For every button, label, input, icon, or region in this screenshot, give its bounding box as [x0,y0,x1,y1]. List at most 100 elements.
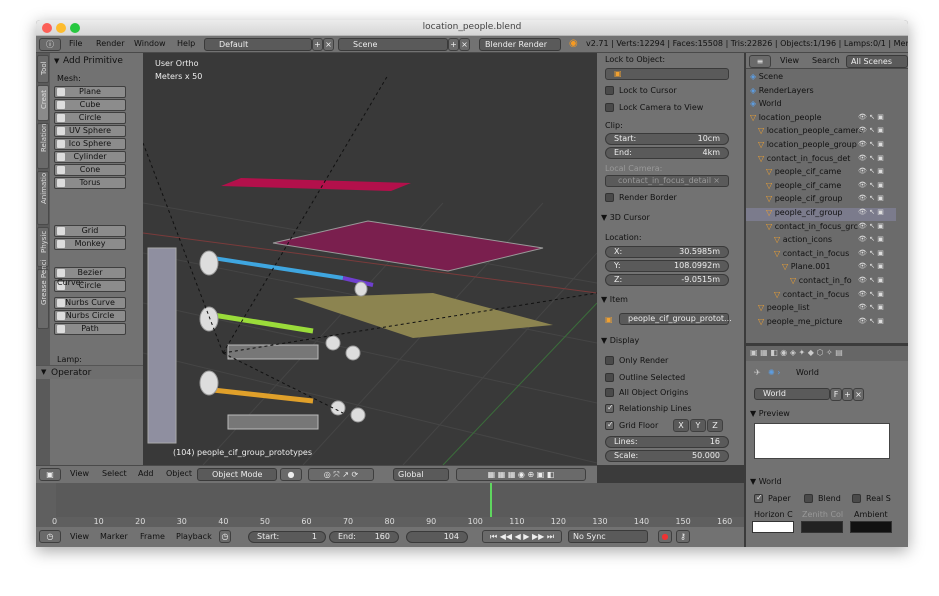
item-name-field[interactable]: people_cif_group_protot... [619,313,732,325]
relationship-lines-checkbox[interactable] [605,403,614,413]
local-camera-field[interactable]: contact_in_focus_detail × [605,175,729,187]
end-frame-field[interactable]: End: 160 [329,531,399,543]
outliner-row[interactable]: ◈ RenderLayers [746,86,896,99]
visibility-toggle-icons[interactable]: 👁 ↖ ▣ [858,154,884,162]
visibility-toggle-icons[interactable]: 👁 ↖ ▣ [858,317,884,325]
add-scene-button[interactable]: + [448,38,459,51]
tab-relation[interactable]: Relation [37,123,49,169]
outliner-row[interactable]: ▽ people_cif_group 👁 ↖ ▣ [746,194,896,207]
operator-panel-header[interactable]: ▼ Operator [36,365,143,379]
outliner-row[interactable]: ▽ location_people_group 👁 ↖ ▣ [746,140,896,153]
ambient-color-swatch[interactable] [850,521,892,533]
3d-object-menu[interactable]: Object [166,469,192,478]
cursor-z-field[interactable]: Z: -9.0515m [605,274,729,286]
scene-dropdown[interactable]: Scene [338,38,448,51]
tab-animation[interactable]: Animatio [37,171,49,225]
render-border-checkbox[interactable] [605,193,614,202]
outliner-row[interactable]: ◈ Scene [746,72,896,85]
grid-x-toggle[interactable]: X [673,419,689,432]
keying-set-icon[interactable]: ⚷ [676,530,690,543]
visibility-toggle-icons[interactable]: 👁 ↖ ▣ [858,249,884,257]
start-frame-field[interactable]: Start: 1 [248,531,326,543]
timeline-view-menu[interactable]: View [70,532,89,541]
zenith-color-swatch[interactable] [801,521,843,533]
add-mesh-uv-sphere-button[interactable]: UV Sphere [54,125,126,137]
horizon-color-swatch[interactable] [752,521,794,533]
add-mesh-cylinder-button[interactable]: Cylinder [54,151,126,163]
add-mesh-cube-button[interactable]: Cube [54,99,126,111]
outliner-row[interactable]: ▽ contact_in_focus 👁 ↖ ▣ [746,249,896,262]
timeline-area[interactable]: 0 10 20 30 40 50 60 70 80 90 100 110 120 130 140 150 160 [36,483,744,527]
grid-scale-field[interactable]: Scale: 50.000 [605,450,729,462]
visibility-toggle-icons[interactable]: 👁 ↖ ▣ [858,262,884,270]
render-engine-dropdown[interactable]: Blender Render [479,38,561,51]
visibility-toggle-icons[interactable]: 👁 ↖ ▣ [858,208,884,216]
outliner-view-menu[interactable]: View [780,56,799,65]
outliner-row[interactable]: ▽ contact_in_fo 👁 ↖ ▣ [746,276,896,289]
delete-world-button[interactable]: × [853,388,864,401]
fake-user-button[interactable]: F [830,388,842,401]
visibility-toggle-icons[interactable]: 👁 ↖ ▣ [858,303,884,311]
scene-canvas[interactable] [143,53,597,465]
real-sky-checkbox[interactable] [852,494,861,503]
outline-selected-checkbox[interactable] [605,373,614,382]
grid-lines-field[interactable]: Lines: 16 [605,436,729,448]
shading-dropdown[interactable]: ● [280,468,302,481]
clip-start-field[interactable]: Start: 10cm [605,133,729,145]
3d-view-menu[interactable]: View [70,469,89,478]
add-mesh-grid-button[interactable]: Grid [54,225,126,237]
item-section[interactable]: ▼ Item [601,295,628,304]
properties-tab-icons[interactable]: ▣ ▦ ◧ ◉ ◈ ✦ ◆ ⬡ ✧ ▤ [750,348,843,357]
add-mesh-circle-button[interactable]: Circle [54,112,126,124]
outliner-row[interactable]: ▽ contact_in_focus 👁 ↖ ▣ [746,290,896,303]
outliner-row[interactable]: ▽ action_icons 👁 ↖ ▣ [746,235,896,248]
outliner-row[interactable]: ▽ people_cif_came 👁 ↖ ▣ [746,167,896,180]
only-render-checkbox[interactable] [605,356,614,365]
grid-z-toggle[interactable]: Z [707,419,723,432]
playback-controls[interactable]: ⏮ ◀◀ ◀ ▶ ▶▶ ⏭ [482,530,562,543]
grid-floor-checkbox[interactable] [605,420,614,430]
outliner-display-dropdown[interactable]: All Scenes [846,55,908,68]
visibility-toggle-icons[interactable]: 👁 ↖ ▣ [858,290,884,298]
menu-window[interactable]: Window [134,39,166,48]
outliner-row[interactable]: ◈ World [746,99,896,112]
cursor-y-field[interactable]: Y: 108.0992m [605,260,729,272]
add-mesh-torus-button[interactable]: Torus [54,177,126,189]
editor-type-icon[interactable]: ⓘ [39,38,61,51]
current-frame-line[interactable] [490,483,493,517]
preview-range-icon[interactable]: ◷ [219,530,231,543]
visibility-toggle-icons[interactable]: 👁 ↖ ▣ [858,113,884,121]
outliner-row[interactable]: ▽ contact_in_focus_grc 👁 ↖ ▣ [746,222,896,235]
outliner-row[interactable]: ▽ Plane.001 👁 ↖ ▣ [746,262,896,275]
3d-viewport[interactable]: User Ortho Meters x 50 (104) people_cif_… [143,53,597,465]
current-frame-field[interactable]: 104 [406,531,468,543]
menu-help[interactable]: Help [177,39,195,48]
add-mesh-plane-button[interactable]: Plane [54,86,126,98]
preview-section[interactable]: ▼ Preview [750,409,790,418]
tab-grease-pencil[interactable]: Grease Penci [37,260,49,329]
mode-dropdown[interactable]: Object Mode [197,468,277,481]
menu-file[interactable]: File [69,39,82,48]
tab-tool[interactable]: Tool [37,55,49,83]
clip-end-field[interactable]: End: 4km [605,147,729,159]
paper-sky-checkbox[interactable] [754,493,763,503]
add-curve-nurbs-circle-button[interactable]: Nurbs Circle [54,310,126,322]
outliner-search-menu[interactable]: Search [812,56,839,65]
3d-editor-type-icon[interactable]: ▣ [39,468,61,481]
menu-render[interactable]: Render [96,39,124,48]
pivot-manipulator-buttons[interactable]: ◎ ⤧ ↗ ⟳ [308,468,374,481]
timeline-marker-menu[interactable]: Marker [100,532,128,541]
outliner-row[interactable]: ▽ people_cif_group 👁 ↖ ▣ [746,208,896,221]
lock-object-field[interactable]: ▣ [605,68,729,80]
tab-create[interactable]: Creat [37,85,49,121]
cursor3d-section[interactable]: ▼ 3D Cursor [601,213,650,222]
grid-y-toggle[interactable]: Y [690,419,706,432]
cursor-x-field[interactable]: X: 30.5985m [605,246,729,258]
add-mesh-monkey-button[interactable]: Monkey [54,238,126,250]
visibility-toggle-icons[interactable]: 👁 ↖ ▣ [858,276,884,284]
timeline-track[interactable] [56,483,744,517]
outliner-row[interactable]: ▽ location_people_camera 👁 ↖ ▣ [746,126,896,139]
sync-dropdown[interactable]: No Sync [568,530,648,543]
pin-icon[interactable]: ✈ [754,368,761,377]
delete-scene-button[interactable]: × [459,38,470,51]
